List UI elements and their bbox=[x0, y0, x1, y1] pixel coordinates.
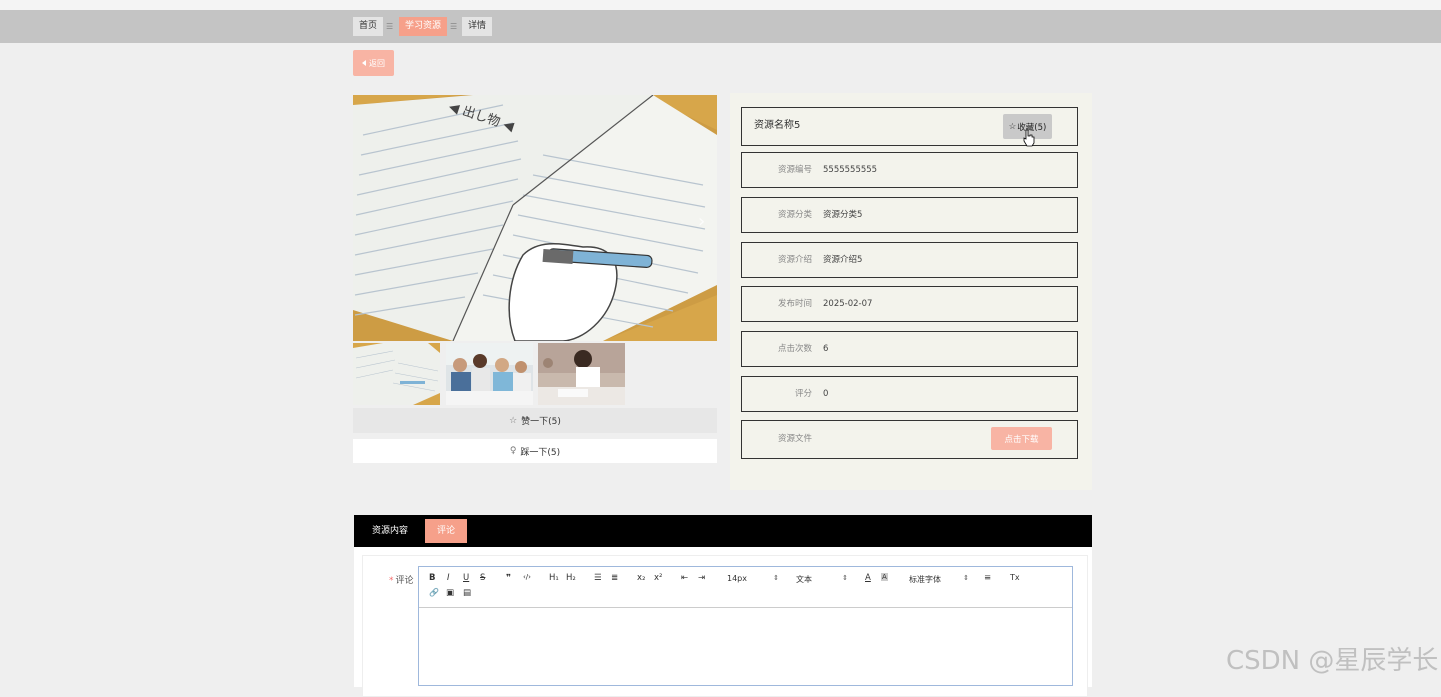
field-value: 6 bbox=[823, 344, 829, 354]
font-family-select[interactable]: 标准字体 ⇕ bbox=[909, 574, 969, 586]
download-button[interactable]: 点击下载 bbox=[991, 427, 1052, 450]
subscript-button[interactable]: x₂ bbox=[637, 573, 645, 583]
required-mark: * bbox=[389, 576, 394, 586]
field-label: 发布时间 bbox=[777, 299, 812, 309]
field-row-intro: 资源介绍 资源介绍5 bbox=[741, 242, 1078, 278]
underline-button[interactable]: U bbox=[463, 573, 469, 583]
field-label: 资源文件 bbox=[777, 434, 812, 444]
video-button[interactable]: ▤ bbox=[463, 588, 471, 598]
field-row-file: 资源文件 点击下载 bbox=[741, 420, 1078, 459]
field-row-publish-time: 发布时间 2025-02-07 bbox=[741, 286, 1078, 322]
star-outline-icon: ☆ bbox=[1008, 121, 1017, 132]
clear-format-button[interactable]: Tx bbox=[1010, 573, 1020, 582]
field-label: 点击次数 bbox=[777, 344, 812, 354]
breadcrumb-home[interactable]: 首页 bbox=[353, 17, 384, 36]
field-row-category: 资源分类 资源分类5 bbox=[741, 197, 1078, 233]
breadcrumb-bar: 首页 ☰ 学习资源 ☰ 详情 bbox=[0, 10, 1441, 43]
text-color-button[interactable]: A bbox=[865, 573, 871, 583]
ordered-list-button[interactable]: ☰ bbox=[594, 573, 602, 583]
italic-button[interactable]: I bbox=[447, 573, 450, 583]
field-row-rating: 评分 0 bbox=[741, 376, 1078, 412]
chevron-updown-icon: ⇕ bbox=[842, 574, 848, 582]
breadcrumb-separator: ☰ bbox=[386, 22, 394, 31]
thumbnail-student-writing[interactable] bbox=[538, 343, 625, 405]
comment-editor[interactable]: B I U S ❞ ‹/› H₁ H₂ ☰ ≣ x₂ x² ⇤ ⇥ 14px ⇕ … bbox=[418, 566, 1073, 686]
editor-toolbar: B I U S ❞ ‹/› H₁ H₂ ☰ ≣ x₂ x² ⇤ ⇥ 14px ⇕ … bbox=[419, 567, 1072, 608]
dislike-button-label: 踩一下(5) bbox=[520, 447, 561, 458]
breadcrumb-current: 详情 bbox=[462, 17, 493, 36]
top-strip bbox=[0, 0, 1441, 10]
watermark: CSDN @星辰学长 bbox=[1226, 646, 1439, 676]
back-arrow-icon bbox=[362, 60, 366, 66]
field-value: 资源分类5 bbox=[823, 210, 863, 220]
star-outline-icon: ☆ bbox=[509, 415, 518, 426]
thumbnail-notebook[interactable] bbox=[353, 343, 440, 405]
svg-text:›: › bbox=[698, 211, 705, 232]
link-button[interactable]: 🔗 bbox=[429, 588, 439, 597]
thumbs-down-icon: ♀ bbox=[509, 446, 517, 456]
chevron-updown-icon: ⇕ bbox=[963, 574, 969, 582]
background-color-button[interactable]: A bbox=[881, 573, 888, 581]
strike-button[interactable]: S bbox=[480, 573, 485, 583]
resource-name: 资源名称5 bbox=[754, 120, 801, 131]
code-button[interactable]: ‹/› bbox=[523, 573, 531, 581]
superscript-button[interactable]: x² bbox=[654, 573, 662, 583]
editor-text-area[interactable] bbox=[419, 608, 1072, 685]
breadcrumb-separator: ☰ bbox=[450, 22, 458, 31]
tab-comments[interactable]: 评论 bbox=[425, 519, 468, 543]
bullet-list-button[interactable]: ≣ bbox=[611, 573, 618, 583]
indent-button[interactable]: ⇥ bbox=[698, 573, 705, 583]
dislike-button[interactable]: ♀ 踩一下(5) bbox=[353, 439, 717, 463]
notebook-illustration: ◀ 出し物 ◀ › bbox=[353, 95, 717, 341]
field-value: 资源介绍5 bbox=[823, 255, 863, 265]
back-button[interactable]: 返回 bbox=[353, 50, 394, 76]
breadcrumb-section[interactable]: 学习资源 bbox=[399, 17, 448, 36]
back-button-label: 返回 bbox=[369, 58, 385, 68]
field-row-click-count: 点击次数 6 bbox=[741, 331, 1078, 367]
blockquote-button[interactable]: ❞ bbox=[506, 573, 511, 583]
content-tabs: 资源内容 评论 bbox=[354, 515, 1092, 547]
bold-button[interactable]: B bbox=[429, 573, 435, 583]
field-value: 0 bbox=[823, 389, 829, 399]
tab-resource-content[interactable]: 资源内容 bbox=[360, 519, 420, 543]
h2-button[interactable]: H₂ bbox=[566, 573, 576, 583]
hand-cursor-icon bbox=[1023, 129, 1035, 147]
field-value: 5555555555 bbox=[823, 165, 878, 175]
font-size-select[interactable]: 14px ⇕ bbox=[727, 574, 779, 586]
comment-label: * 评论 bbox=[389, 576, 414, 586]
image-button[interactable]: ▣ bbox=[446, 588, 454, 598]
field-label: 资源介绍 bbox=[777, 255, 812, 265]
h1-button[interactable]: H₁ bbox=[549, 573, 559, 583]
field-label: 资源分类 bbox=[777, 210, 812, 220]
header-select[interactable]: 文本 ⇕ bbox=[796, 574, 848, 586]
align-button[interactable]: ≡ bbox=[984, 573, 991, 583]
thumbnail-group-people[interactable] bbox=[446, 343, 533, 405]
resource-info-panel: 资源名称5 ☆ 收藏(5) 资源编号 5555555555 资源分类 资源分类5… bbox=[730, 93, 1092, 490]
field-value: 2025-02-07 bbox=[823, 299, 873, 309]
outdent-button[interactable]: ⇤ bbox=[681, 573, 688, 583]
like-button-label: 赞一下(5) bbox=[521, 417, 561, 427]
chevron-updown-icon: ⇕ bbox=[773, 574, 779, 582]
field-label: 资源编号 bbox=[777, 165, 812, 175]
like-button[interactable]: ☆ 赞一下(5) bbox=[353, 408, 717, 433]
field-label: 评分 bbox=[794, 389, 812, 399]
field-row-resource-id: 资源编号 5555555555 bbox=[741, 152, 1078, 188]
main-image: ◀ 出し物 ◀ › bbox=[353, 95, 717, 341]
